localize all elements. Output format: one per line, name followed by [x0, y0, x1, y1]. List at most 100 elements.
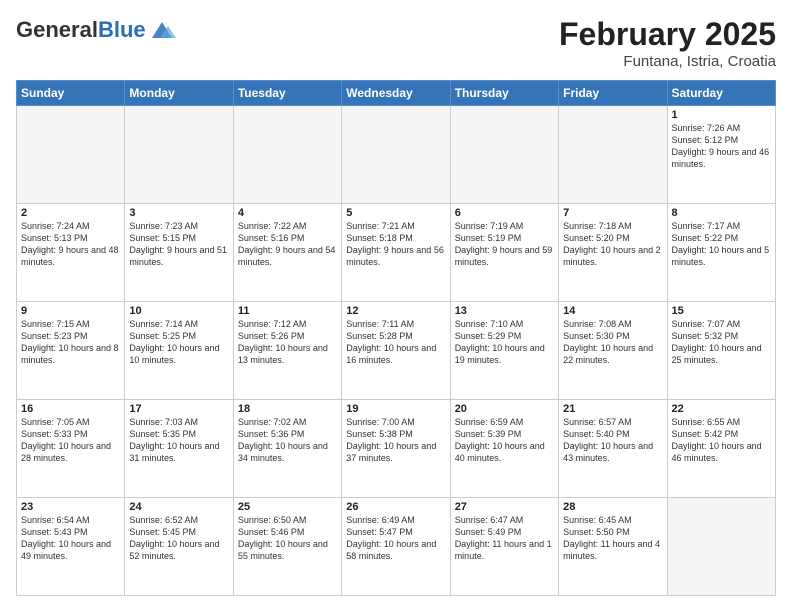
col-header-sunday: Sunday — [17, 81, 125, 106]
day-number: 20 — [455, 403, 554, 415]
day-cell: 3Sunrise: 7:23 AM Sunset: 5:15 PM Daylig… — [125, 204, 233, 302]
day-cell: 20Sunrise: 6:59 AM Sunset: 5:39 PM Dayli… — [450, 400, 558, 498]
day-number: 11 — [238, 305, 337, 317]
day-info: Sunrise: 6:57 AM Sunset: 5:40 PM Dayligh… — [563, 416, 662, 465]
day-info: Sunrise: 7:12 AM Sunset: 5:26 PM Dayligh… — [238, 318, 337, 367]
day-number: 15 — [672, 305, 771, 317]
day-cell — [342, 106, 450, 204]
week-row-3: 9Sunrise: 7:15 AM Sunset: 5:23 PM Daylig… — [17, 302, 776, 400]
day-number: 18 — [238, 403, 337, 415]
day-number: 28 — [563, 501, 662, 513]
day-number: 22 — [672, 403, 771, 415]
day-info: Sunrise: 7:08 AM Sunset: 5:30 PM Dayligh… — [563, 318, 662, 367]
day-number: 5 — [346, 207, 445, 219]
logo-icon — [148, 16, 176, 44]
day-number: 4 — [238, 207, 337, 219]
day-info: Sunrise: 7:17 AM Sunset: 5:22 PM Dayligh… — [672, 220, 771, 269]
day-info: Sunrise: 7:23 AM Sunset: 5:15 PM Dayligh… — [129, 220, 228, 269]
day-info: Sunrise: 6:52 AM Sunset: 5:45 PM Dayligh… — [129, 514, 228, 563]
page: GeneralBlue February 2025 Funtana, Istri… — [0, 0, 792, 612]
day-number: 27 — [455, 501, 554, 513]
day-cell — [450, 106, 558, 204]
week-row-4: 16Sunrise: 7:05 AM Sunset: 5:33 PM Dayli… — [17, 400, 776, 498]
day-number: 9 — [21, 305, 120, 317]
day-info: Sunrise: 6:59 AM Sunset: 5:39 PM Dayligh… — [455, 416, 554, 465]
day-number: 10 — [129, 305, 228, 317]
day-info: Sunrise: 7:05 AM Sunset: 5:33 PM Dayligh… — [21, 416, 120, 465]
day-info: Sunrise: 6:47 AM Sunset: 5:49 PM Dayligh… — [455, 514, 554, 563]
day-info: Sunrise: 7:10 AM Sunset: 5:29 PM Dayligh… — [455, 318, 554, 367]
day-number: 24 — [129, 501, 228, 513]
calendar-table: SundayMondayTuesdayWednesdayThursdayFrid… — [16, 80, 776, 596]
day-info: Sunrise: 7:03 AM Sunset: 5:35 PM Dayligh… — [129, 416, 228, 465]
day-info: Sunrise: 7:00 AM Sunset: 5:38 PM Dayligh… — [346, 416, 445, 465]
day-number: 21 — [563, 403, 662, 415]
day-info: Sunrise: 6:50 AM Sunset: 5:46 PM Dayligh… — [238, 514, 337, 563]
day-info: Sunrise: 7:07 AM Sunset: 5:32 PM Dayligh… — [672, 318, 771, 367]
day-number: 6 — [455, 207, 554, 219]
day-cell: 21Sunrise: 6:57 AM Sunset: 5:40 PM Dayli… — [559, 400, 667, 498]
day-cell: 14Sunrise: 7:08 AM Sunset: 5:30 PM Dayli… — [559, 302, 667, 400]
day-info: Sunrise: 7:22 AM Sunset: 5:16 PM Dayligh… — [238, 220, 337, 269]
col-header-friday: Friday — [559, 81, 667, 106]
col-header-thursday: Thursday — [450, 81, 558, 106]
day-cell: 23Sunrise: 6:54 AM Sunset: 5:43 PM Dayli… — [17, 498, 125, 596]
day-info: Sunrise: 7:21 AM Sunset: 5:18 PM Dayligh… — [346, 220, 445, 269]
day-number: 25 — [238, 501, 337, 513]
day-number: 17 — [129, 403, 228, 415]
location: Funtana, Istria, Croatia — [559, 53, 776, 70]
day-cell: 19Sunrise: 7:00 AM Sunset: 5:38 PM Dayli… — [342, 400, 450, 498]
day-cell: 28Sunrise: 6:45 AM Sunset: 5:50 PM Dayli… — [559, 498, 667, 596]
week-row-5: 23Sunrise: 6:54 AM Sunset: 5:43 PM Dayli… — [17, 498, 776, 596]
day-cell: 2Sunrise: 7:24 AM Sunset: 5:13 PM Daylig… — [17, 204, 125, 302]
day-info: Sunrise: 7:11 AM Sunset: 5:28 PM Dayligh… — [346, 318, 445, 367]
calendar-header-row: SundayMondayTuesdayWednesdayThursdayFrid… — [17, 81, 776, 106]
day-cell: 15Sunrise: 7:07 AM Sunset: 5:32 PM Dayli… — [667, 302, 775, 400]
day-info: Sunrise: 7:24 AM Sunset: 5:13 PM Dayligh… — [21, 220, 120, 269]
day-number: 3 — [129, 207, 228, 219]
day-cell: 9Sunrise: 7:15 AM Sunset: 5:23 PM Daylig… — [17, 302, 125, 400]
day-cell — [17, 106, 125, 204]
day-cell: 17Sunrise: 7:03 AM Sunset: 5:35 PM Dayli… — [125, 400, 233, 498]
month-title: February 2025 — [559, 16, 776, 53]
day-cell: 22Sunrise: 6:55 AM Sunset: 5:42 PM Dayli… — [667, 400, 775, 498]
day-cell: 7Sunrise: 7:18 AM Sunset: 5:20 PM Daylig… — [559, 204, 667, 302]
day-info: Sunrise: 7:19 AM Sunset: 5:19 PM Dayligh… — [455, 220, 554, 269]
day-cell — [125, 106, 233, 204]
title-block: February 2025 Funtana, Istria, Croatia — [559, 16, 776, 70]
day-cell: 5Sunrise: 7:21 AM Sunset: 5:18 PM Daylig… — [342, 204, 450, 302]
day-number: 26 — [346, 501, 445, 513]
day-number: 7 — [563, 207, 662, 219]
day-cell — [233, 106, 341, 204]
day-number: 12 — [346, 305, 445, 317]
day-number: 8 — [672, 207, 771, 219]
day-cell: 16Sunrise: 7:05 AM Sunset: 5:33 PM Dayli… — [17, 400, 125, 498]
col-header-wednesday: Wednesday — [342, 81, 450, 106]
day-cell: 8Sunrise: 7:17 AM Sunset: 5:22 PM Daylig… — [667, 204, 775, 302]
col-header-monday: Monday — [125, 81, 233, 106]
header: GeneralBlue February 2025 Funtana, Istri… — [16, 16, 776, 70]
day-info: Sunrise: 7:26 AM Sunset: 5:12 PM Dayligh… — [672, 122, 771, 171]
day-number: 1 — [672, 109, 771, 121]
day-cell: 6Sunrise: 7:19 AM Sunset: 5:19 PM Daylig… — [450, 204, 558, 302]
day-cell — [667, 498, 775, 596]
day-cell: 4Sunrise: 7:22 AM Sunset: 5:16 PM Daylig… — [233, 204, 341, 302]
day-info: Sunrise: 6:49 AM Sunset: 5:47 PM Dayligh… — [346, 514, 445, 563]
week-row-1: 1Sunrise: 7:26 AM Sunset: 5:12 PM Daylig… — [17, 106, 776, 204]
day-number: 14 — [563, 305, 662, 317]
day-cell: 11Sunrise: 7:12 AM Sunset: 5:26 PM Dayli… — [233, 302, 341, 400]
week-row-2: 2Sunrise: 7:24 AM Sunset: 5:13 PM Daylig… — [17, 204, 776, 302]
day-cell: 18Sunrise: 7:02 AM Sunset: 5:36 PM Dayli… — [233, 400, 341, 498]
day-number: 16 — [21, 403, 120, 415]
col-header-tuesday: Tuesday — [233, 81, 341, 106]
day-cell: 13Sunrise: 7:10 AM Sunset: 5:29 PM Dayli… — [450, 302, 558, 400]
day-info: Sunrise: 6:45 AM Sunset: 5:50 PM Dayligh… — [563, 514, 662, 563]
day-info: Sunrise: 6:55 AM Sunset: 5:42 PM Dayligh… — [672, 416, 771, 465]
logo: GeneralBlue — [16, 16, 176, 44]
day-number: 13 — [455, 305, 554, 317]
day-cell: 1Sunrise: 7:26 AM Sunset: 5:12 PM Daylig… — [667, 106, 775, 204]
day-cell: 24Sunrise: 6:52 AM Sunset: 5:45 PM Dayli… — [125, 498, 233, 596]
day-number: 19 — [346, 403, 445, 415]
day-number: 23 — [21, 501, 120, 513]
day-cell — [559, 106, 667, 204]
